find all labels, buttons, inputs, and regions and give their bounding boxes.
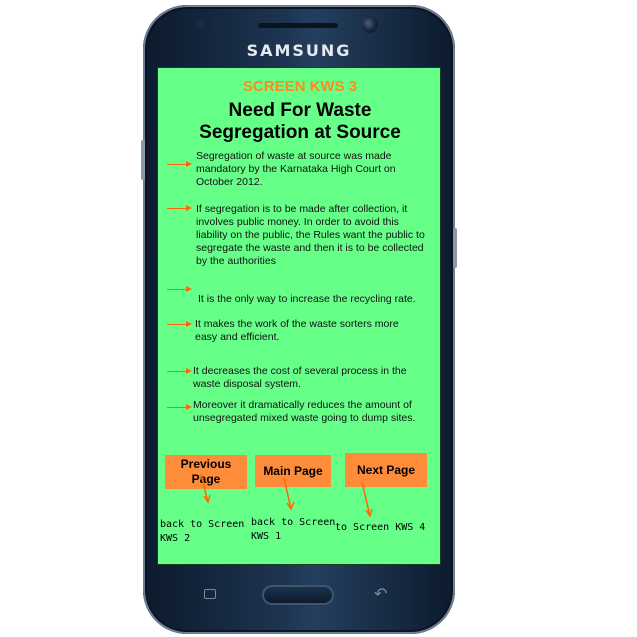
page-title: Need For Waste Segregation at Source (158, 100, 442, 144)
main-page-button[interactable]: Main Page (255, 455, 331, 487)
bullet-text: Moreover it dramatically reduces the amo… (193, 399, 416, 424)
previous-page-button[interactable]: Previous Page (165, 455, 247, 489)
previous-annotation-line1: back to Screen (160, 519, 245, 530)
previous-page-label-line2: Page (191, 472, 221, 486)
bullet-arrow-icon (167, 368, 192, 374)
main-annotation-line2: KWS 1 (251, 531, 282, 542)
previous-page-label-line1: Previous (180, 457, 232, 471)
main-annotation: back to Screen KWS 1 (251, 516, 335, 544)
volume-button (141, 140, 145, 180)
bullet-arrow-icon (167, 161, 192, 167)
recent-apps-icon[interactable] (204, 589, 216, 599)
earpiece-speaker (258, 23, 338, 28)
bullet-text: It decreases the cost of several process… (193, 365, 407, 390)
bullet-arrow-icon (167, 404, 192, 410)
next-annotation-arrow-icon (361, 481, 371, 517)
proximity-sensor-icon (197, 20, 205, 28)
main-annotation-line1: back to Screen (251, 517, 336, 528)
bullet-text: Segregation of waste at source was made … (196, 150, 396, 188)
front-camera-icon (362, 17, 378, 33)
next-annotation: to Screen KWS 4 (335, 522, 426, 533)
page-title-line2: Segregation at Source (199, 122, 401, 143)
power-button (453, 228, 457, 268)
page-title-line1: Need For Waste (228, 100, 372, 121)
screen-id-label: SCREEN KWS 3 (242, 78, 358, 95)
next-page-button[interactable]: Next Page (345, 453, 427, 487)
phone-screen: SCREEN KWS 3 Need For Waste Segregation … (157, 67, 441, 565)
home-button[interactable] (262, 585, 334, 605)
back-icon[interactable]: ↶ (374, 584, 387, 603)
previous-annotation-line2: KWS 2 (160, 533, 191, 544)
brand-logo: SAMSUNG (246, 41, 352, 60)
bullet-text: It makes the work of the waste sorters m… (195, 318, 399, 343)
bullet-text: It is the only way to increase the recyc… (198, 293, 416, 305)
bullet-arrow-icon (167, 321, 192, 327)
bullet-text: If segregation is to be made after colle… (196, 203, 425, 267)
bullet-arrow-icon (167, 286, 192, 292)
bullet-arrow-icon (167, 205, 192, 211)
previous-annotation: back to Screen KWS 2 (160, 518, 244, 546)
light-sensor-icon (212, 22, 217, 27)
